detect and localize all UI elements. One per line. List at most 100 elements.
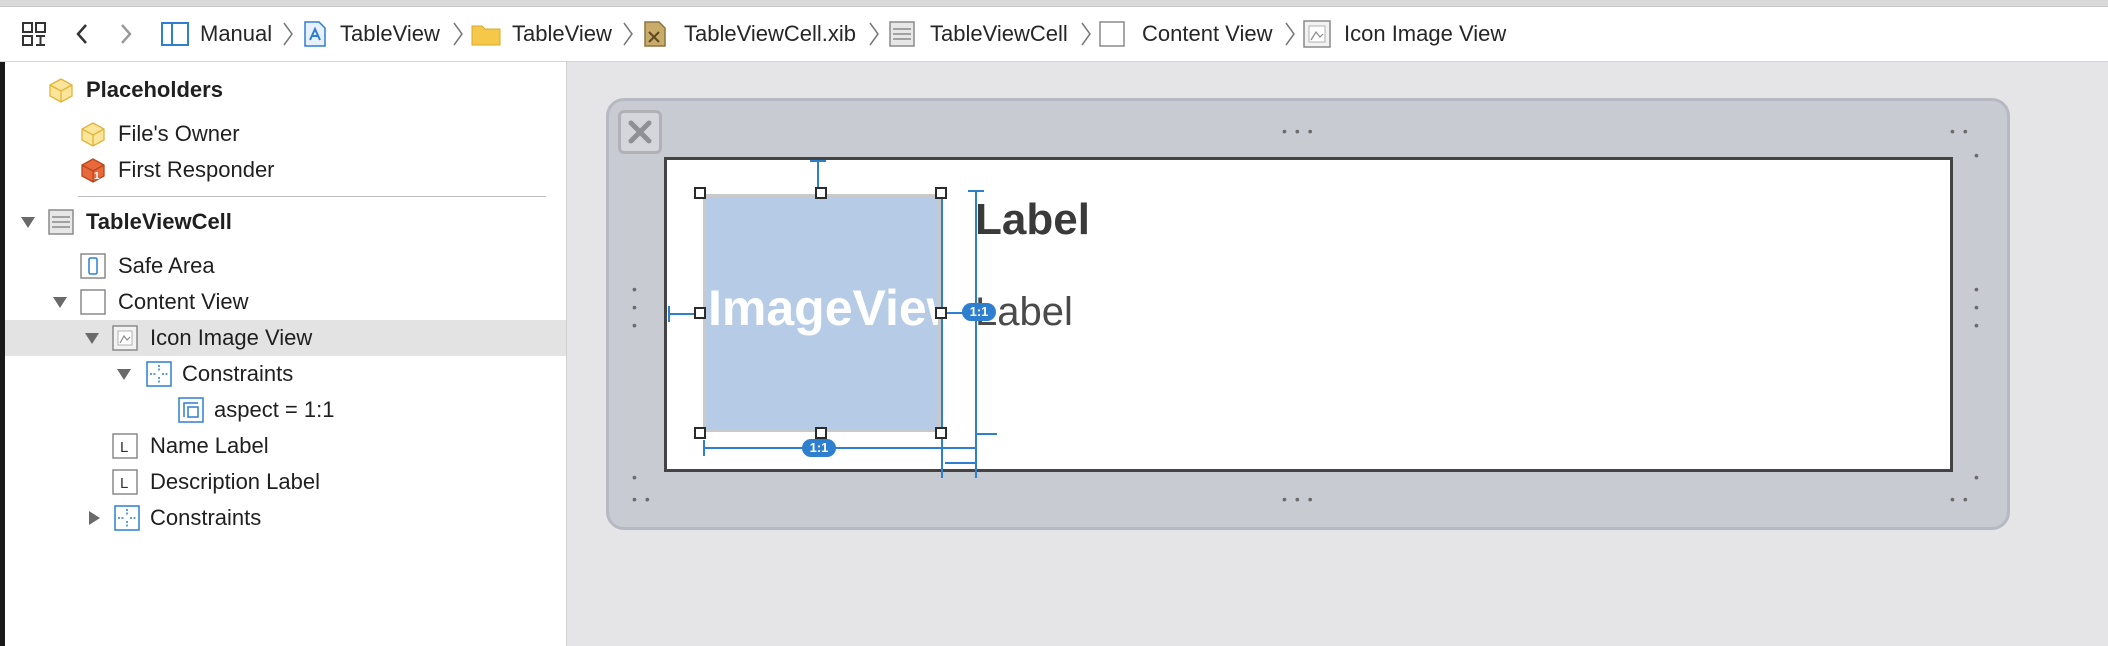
jump-bar-label: TableViewCell.xib [684, 21, 857, 46]
safe-area-icon [80, 253, 106, 279]
back-button[interactable] [68, 19, 96, 49]
related-items-icon[interactable] [20, 19, 48, 49]
jump-bar-item-folder[interactable]: TableView [470, 7, 612, 61]
chevron-right-icon [283, 22, 293, 46]
close-scene-button[interactable] [618, 110, 662, 154]
first-responder-cube-icon: 1 [81, 158, 105, 183]
outline-item-description-label[interactable]: L Description Label [0, 464, 566, 500]
resize-handle-image-l[interactable] [694, 307, 706, 319]
bottom-spacing-line[interactable] [941, 447, 975, 449]
outline-label: Constraints [182, 361, 294, 386]
outline-item-table-view-cell[interactable]: TableViewCell [0, 204, 566, 240]
resize-handle-bottom-left-b[interactable]: •• [632, 492, 658, 506]
outline-label: Name Label [150, 433, 269, 458]
jump-bar-item-icon-image-view[interactable]: Icon Image View [1302, 7, 1506, 61]
outline-item-icon-image-view[interactable]: Icon Image View [0, 320, 566, 356]
image-view-icon [1303, 20, 1331, 48]
resize-handle-right[interactable]: • • • [1974, 280, 1984, 334]
disclosure-expanded-icon[interactable] [52, 295, 68, 309]
resize-handle-bottom-right[interactable]: • [1974, 470, 1987, 484]
resize-handle-image-tl[interactable] [694, 187, 706, 199]
constraints-icon [146, 361, 172, 387]
outline-item-first-responder[interactable]: 1 First Responder [0, 152, 566, 188]
jump-bar-label: Content View [1142, 21, 1273, 46]
chevron-right-icon [869, 22, 879, 46]
top-constraint-cap [810, 160, 826, 162]
outline-label: aspect = 1:1 [214, 397, 335, 422]
jump-bar-label: TableViewCell [930, 21, 1068, 46]
table-cell-icon [48, 209, 74, 235]
chevron-right-icon [1081, 22, 1091, 46]
width-constraint-cap-left [703, 440, 705, 456]
view-icon [80, 289, 106, 315]
svg-text:L: L [120, 439, 128, 456]
outline-item-constraints-inner[interactable]: Constraints [0, 356, 566, 392]
disclosure-expanded-icon[interactable] [20, 215, 36, 229]
disclosure-collapsed-icon[interactable] [86, 511, 102, 525]
jump-bar-item-project[interactable]: TableView [302, 7, 440, 61]
aspect-ratio-badge-bottom[interactable]: 1:1 [802, 439, 836, 457]
resize-handle-image-tr[interactable] [935, 187, 947, 199]
label-icon: L [112, 433, 138, 459]
outline-label: First Responder [118, 157, 275, 182]
jump-bar: Manual TableView TableView TableViewCell… [0, 7, 2108, 62]
resize-handle-image-br[interactable] [935, 427, 947, 439]
jump-bar-label: Icon Image View [1344, 21, 1507, 46]
outline-label: Safe Area [118, 253, 215, 278]
outline-label: Constraints [150, 505, 262, 530]
view-icon [1099, 21, 1125, 47]
jump-bar-item-manual[interactable]: Manual [160, 7, 272, 61]
jump-bar-item-xib[interactable]: TableViewCell.xib [642, 7, 856, 61]
outline-item-files-owner[interactable]: File's Owner [0, 116, 566, 152]
icon-image-view[interactable]: ImageView [703, 194, 941, 432]
forward-button[interactable] [112, 19, 140, 49]
resize-handle-top-right-b[interactable]: • [1974, 148, 1987, 162]
resize-handle-top-right[interactable]: •• [1950, 124, 1976, 138]
table-cell-icon [889, 21, 915, 47]
outline-label: TableViewCell [86, 209, 232, 234]
disclosure-expanded-icon[interactable] [84, 331, 100, 345]
resize-handle-image-b[interactable] [815, 427, 827, 439]
jump-bar-item-table-view-cell[interactable]: TableViewCell [888, 7, 1068, 61]
image-view-icon [112, 325, 138, 351]
resize-handle-bottom-left[interactable]: • [632, 470, 645, 484]
jump-bar-label: Manual [200, 21, 273, 46]
svg-text:L: L [120, 475, 128, 492]
jump-bar-item-content-view[interactable]: Content View [1098, 7, 1272, 61]
app-project-icon [304, 21, 326, 47]
outline-item-placeholders[interactable]: Placeholders [0, 72, 566, 108]
label-icon: L [112, 469, 138, 495]
disclosure-expanded-icon[interactable] [116, 367, 132, 381]
resize-handle-bottom-right-b[interactable]: •• [1950, 492, 1976, 506]
split-view-icon [161, 22, 189, 46]
bottom-guide-cap [975, 433, 997, 435]
constraints-icon [114, 505, 140, 531]
outline-label: Icon Image View [150, 325, 313, 350]
resize-handle-image-bl[interactable] [694, 427, 706, 439]
outline-item-content-view[interactable]: Content View [0, 284, 566, 320]
chevron-right-icon [453, 22, 463, 46]
chevron-right-icon [623, 22, 633, 46]
image-view-placeholder-text: ImageView [708, 280, 941, 336]
resize-handle-image-t[interactable] [815, 187, 827, 199]
close-icon [628, 120, 652, 144]
chevron-right-icon [1285, 22, 1295, 46]
outline-item-aspect-constraint[interactable]: aspect = 1:1 [0, 392, 566, 428]
outline-label: Content View [118, 289, 249, 314]
outline-item-constraints-outer[interactable]: Constraints [0, 500, 566, 536]
outline-label: Description Label [150, 469, 320, 494]
svg-text:1: 1 [94, 171, 100, 182]
outline-label: Placeholders [86, 77, 223, 102]
outline-item-safe-area[interactable]: Safe Area [0, 248, 566, 284]
resize-handle-left[interactable]: • • • [632, 280, 642, 334]
name-label[interactable]: Label [975, 195, 1090, 245]
outline-item-name-label[interactable]: L Name Label [0, 428, 566, 464]
resize-handle-bottom[interactable]: ••• [1282, 492, 1321, 506]
folder-icon [471, 25, 501, 46]
placeholder-cube-icon [49, 78, 73, 103]
resize-handle-image-r[interactable] [935, 307, 947, 319]
aspect-ratio-badge[interactable]: 1:1 [962, 303, 996, 321]
label-guide-cap-top [968, 190, 984, 192]
jump-bar-label: TableView [340, 21, 440, 46]
resize-handle-top[interactable]: ••• [1282, 124, 1321, 138]
